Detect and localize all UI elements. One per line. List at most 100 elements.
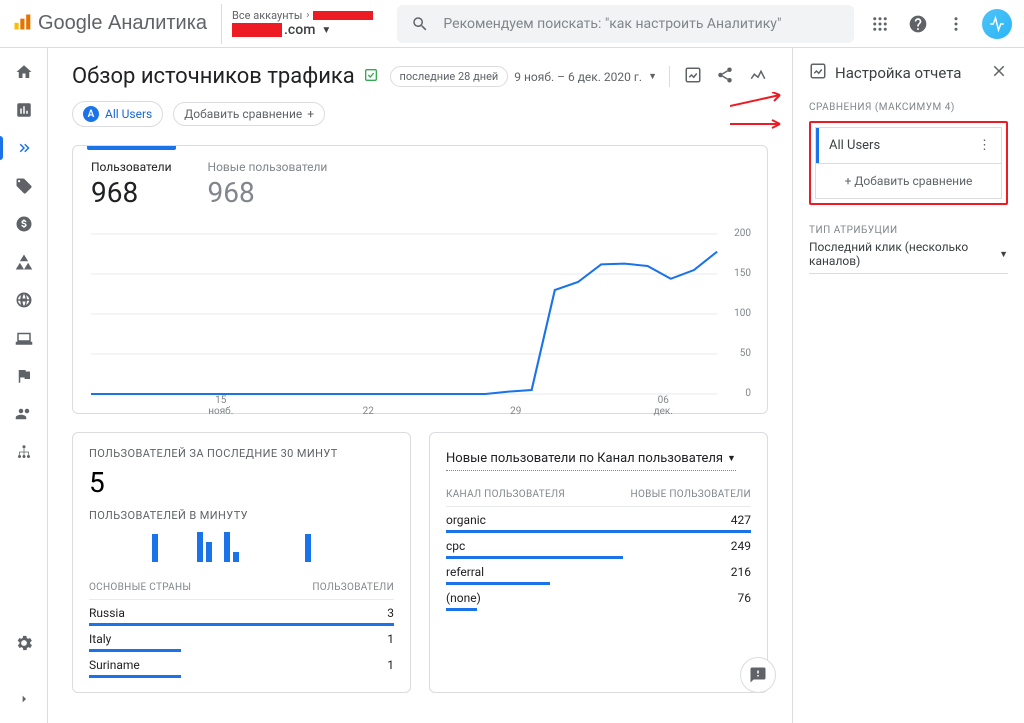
comparisons-label: СРАВНЕНИЯ (МАКСИМУМ 4) xyxy=(809,102,1008,113)
table-row[interactable]: cpc249 xyxy=(446,533,751,559)
report-settings-panel: Настройка отчета СРАВНЕНИЯ (МАКСИМУМ 4) … xyxy=(792,48,1024,723)
search-bar[interactable]: Рекомендуем поискать: "как настроить Ана… xyxy=(397,5,854,43)
realtime-card: ПОЛЬЗОВАТЕЛЕЙ ЗА ПОСЛЕДНИЕ 30 МИНУТ 5 ПО… xyxy=(72,432,411,693)
tag-icon[interactable] xyxy=(14,176,34,196)
per-minute-label: ПОЛЬЗОВАТЕЛЕЙ В МИНУТУ xyxy=(89,509,394,522)
engagement-icon[interactable] xyxy=(14,252,34,272)
metric-users[interactable]: Пользователи 968 xyxy=(91,160,172,209)
customize-report-icon xyxy=(809,62,827,84)
segment-all-users[interactable]: A All Users xyxy=(72,101,163,127)
table-row[interactable]: referral216 xyxy=(446,559,751,585)
line-chart: 050100150200 15нояб.222906дек. xyxy=(91,229,749,399)
metrics-row: Пользователи 968 Новые пользователи 968 xyxy=(91,160,749,209)
add-compare-label: Добавить сравнение xyxy=(854,174,972,188)
comparison-all-users[interactable]: All Users ⋮ xyxy=(816,128,1001,163)
search-placeholder: Рекомендуем поискать: "как настроить Ана… xyxy=(443,16,781,32)
add-comparison-button[interactable]: + Добавить сравнение xyxy=(815,164,1002,199)
comparison-highlight-box: All Users ⋮ + Добавить сравнение xyxy=(809,121,1008,205)
plus-icon: + xyxy=(845,174,855,188)
insights-icon[interactable] xyxy=(748,66,768,88)
flag-icon[interactable] xyxy=(14,366,34,386)
tree-icon[interactable] xyxy=(14,442,34,462)
feedback-fab[interactable] xyxy=(740,657,776,693)
segment-badge: A xyxy=(83,106,99,122)
top-header: Google Аналитика Все аккаунты › .com ▼ Р… xyxy=(0,0,1024,48)
realtime-value: 5 xyxy=(89,466,394,499)
side-title: Настройка отчета xyxy=(835,64,961,82)
apps-icon[interactable] xyxy=(868,12,892,36)
plus-icon: + xyxy=(307,107,314,121)
metric-label: Пользователи xyxy=(91,160,172,174)
picker-label: Новые пользователи по Канал пользователя xyxy=(446,451,723,466)
home-icon[interactable] xyxy=(14,62,34,82)
segment-label: All Users xyxy=(105,107,152,121)
people-icon[interactable] xyxy=(14,404,34,424)
collapse-icon[interactable] xyxy=(14,689,34,709)
col-new-users: НОВЫЕ ПОЛЬЗОВАТЕЛИ xyxy=(631,489,751,500)
page-title: Обзор источников трафика xyxy=(72,64,355,89)
attribution-picker[interactable]: Последний клик (несколько каналов) ▼ xyxy=(809,240,1008,274)
minute-bars-chart xyxy=(89,528,394,562)
metric-new-users[interactable]: Новые пользователи 968 xyxy=(208,160,328,209)
monetization-icon[interactable] xyxy=(14,214,34,234)
add-compare-label: Добавить сравнение xyxy=(184,107,302,121)
devices-icon[interactable] xyxy=(14,328,34,348)
more-vert-icon[interactable]: ⋮ xyxy=(978,138,991,153)
date-range-text: 9 нояб. – 6 дек. 2020 г. xyxy=(514,70,642,84)
table-row[interactable]: (none)76 xyxy=(446,585,751,611)
title-actions: последние 28 дней 9 нояб. – 6 дек. 2020 … xyxy=(390,66,768,88)
title-row: Обзор источников трафика последние 28 дн… xyxy=(72,64,768,89)
settings-icon[interactable] xyxy=(14,633,34,653)
bottom-row: ПОЛЬЗОВАТЕЛЕЙ ЗА ПОСЛЕДНИЕ 30 МИНУТ 5 ПО… xyxy=(72,432,768,693)
annotation-arrow xyxy=(730,118,790,130)
logo[interactable]: Google Аналитика xyxy=(12,12,207,36)
table-row[interactable]: Russia3 xyxy=(89,600,394,626)
domain-suffix: .com xyxy=(284,22,315,38)
reports-icon[interactable] xyxy=(14,100,34,120)
main-content: Обзор источников трафика последние 28 дн… xyxy=(48,48,792,723)
overview-chart-card: Пользователи 968 Новые пользователи 968 … xyxy=(72,145,768,414)
verified-icon xyxy=(363,67,379,87)
table-row[interactable]: organic427 xyxy=(446,507,751,533)
chevron-down-icon: ▼ xyxy=(648,71,657,82)
dimension-picker[interactable]: Новые пользователи по Канал пользователя… xyxy=(446,451,736,471)
add-comparison-chip[interactable]: Добавить сравнение + xyxy=(173,102,325,126)
metric-value: 968 xyxy=(208,176,328,209)
segments-row: A All Users Добавить сравнение + xyxy=(72,101,768,127)
help-icon[interactable] xyxy=(906,12,930,36)
left-nav-rail xyxy=(0,48,48,723)
close-icon[interactable] xyxy=(990,62,1008,84)
more-vert-icon[interactable] xyxy=(944,12,968,36)
header-actions xyxy=(868,9,1012,39)
customize-icon[interactable] xyxy=(684,66,702,88)
realtime-title: ПОЛЬЗОВАТЕЛЕЙ ЗА ПОСЛЕДНИЕ 30 МИНУТ xyxy=(89,447,394,460)
metric-label: Новые пользователи xyxy=(208,160,328,174)
metric-value: 968 xyxy=(91,176,172,209)
channels-card: Новые пользователи по Канал пользователя… xyxy=(429,432,768,693)
chevron-down-icon: ▼ xyxy=(321,25,331,36)
side-header: Настройка отчета xyxy=(809,62,1008,84)
account-name-redacted xyxy=(313,11,373,20)
logo-text: Google Аналитика xyxy=(38,12,207,35)
search-icon xyxy=(411,15,429,33)
analytics-logo-icon xyxy=(12,12,32,36)
share-icon[interactable] xyxy=(716,66,734,88)
col-channel: КАНАЛ ПОЛЬЗОВАТЕЛЯ xyxy=(446,489,565,500)
all-accounts-label: Все аккаунты xyxy=(232,9,302,22)
chevron-down-icon: ▼ xyxy=(999,249,1008,260)
attribution-value: Последний клик (несколько каналов) xyxy=(809,240,999,268)
chevron-down-icon: ▼ xyxy=(727,453,736,464)
attribution-label: ТИП АТРИБУЦИИ xyxy=(809,225,1008,236)
comparison-name: All Users xyxy=(829,138,880,153)
col-countries: ОСНОВНЫЕ СТРАНЫ xyxy=(89,582,191,593)
col-users: ПОЛЬЗОВАТЕЛИ xyxy=(312,582,394,593)
date-range-chip: последние 28 дней xyxy=(390,66,509,87)
table-row[interactable]: Italy1 xyxy=(89,626,394,652)
account-picker[interactable]: Все аккаунты › .com ▼ xyxy=(221,4,383,44)
acquisition-icon[interactable] xyxy=(14,138,34,158)
date-range-picker[interactable]: последние 28 дней 9 нояб. – 6 дек. 2020 … xyxy=(390,66,670,87)
user-avatar[interactable] xyxy=(982,9,1012,39)
annotation-arrow xyxy=(730,92,790,108)
table-row[interactable]: Suriname1 xyxy=(89,652,394,678)
globe-icon[interactable] xyxy=(14,290,34,310)
